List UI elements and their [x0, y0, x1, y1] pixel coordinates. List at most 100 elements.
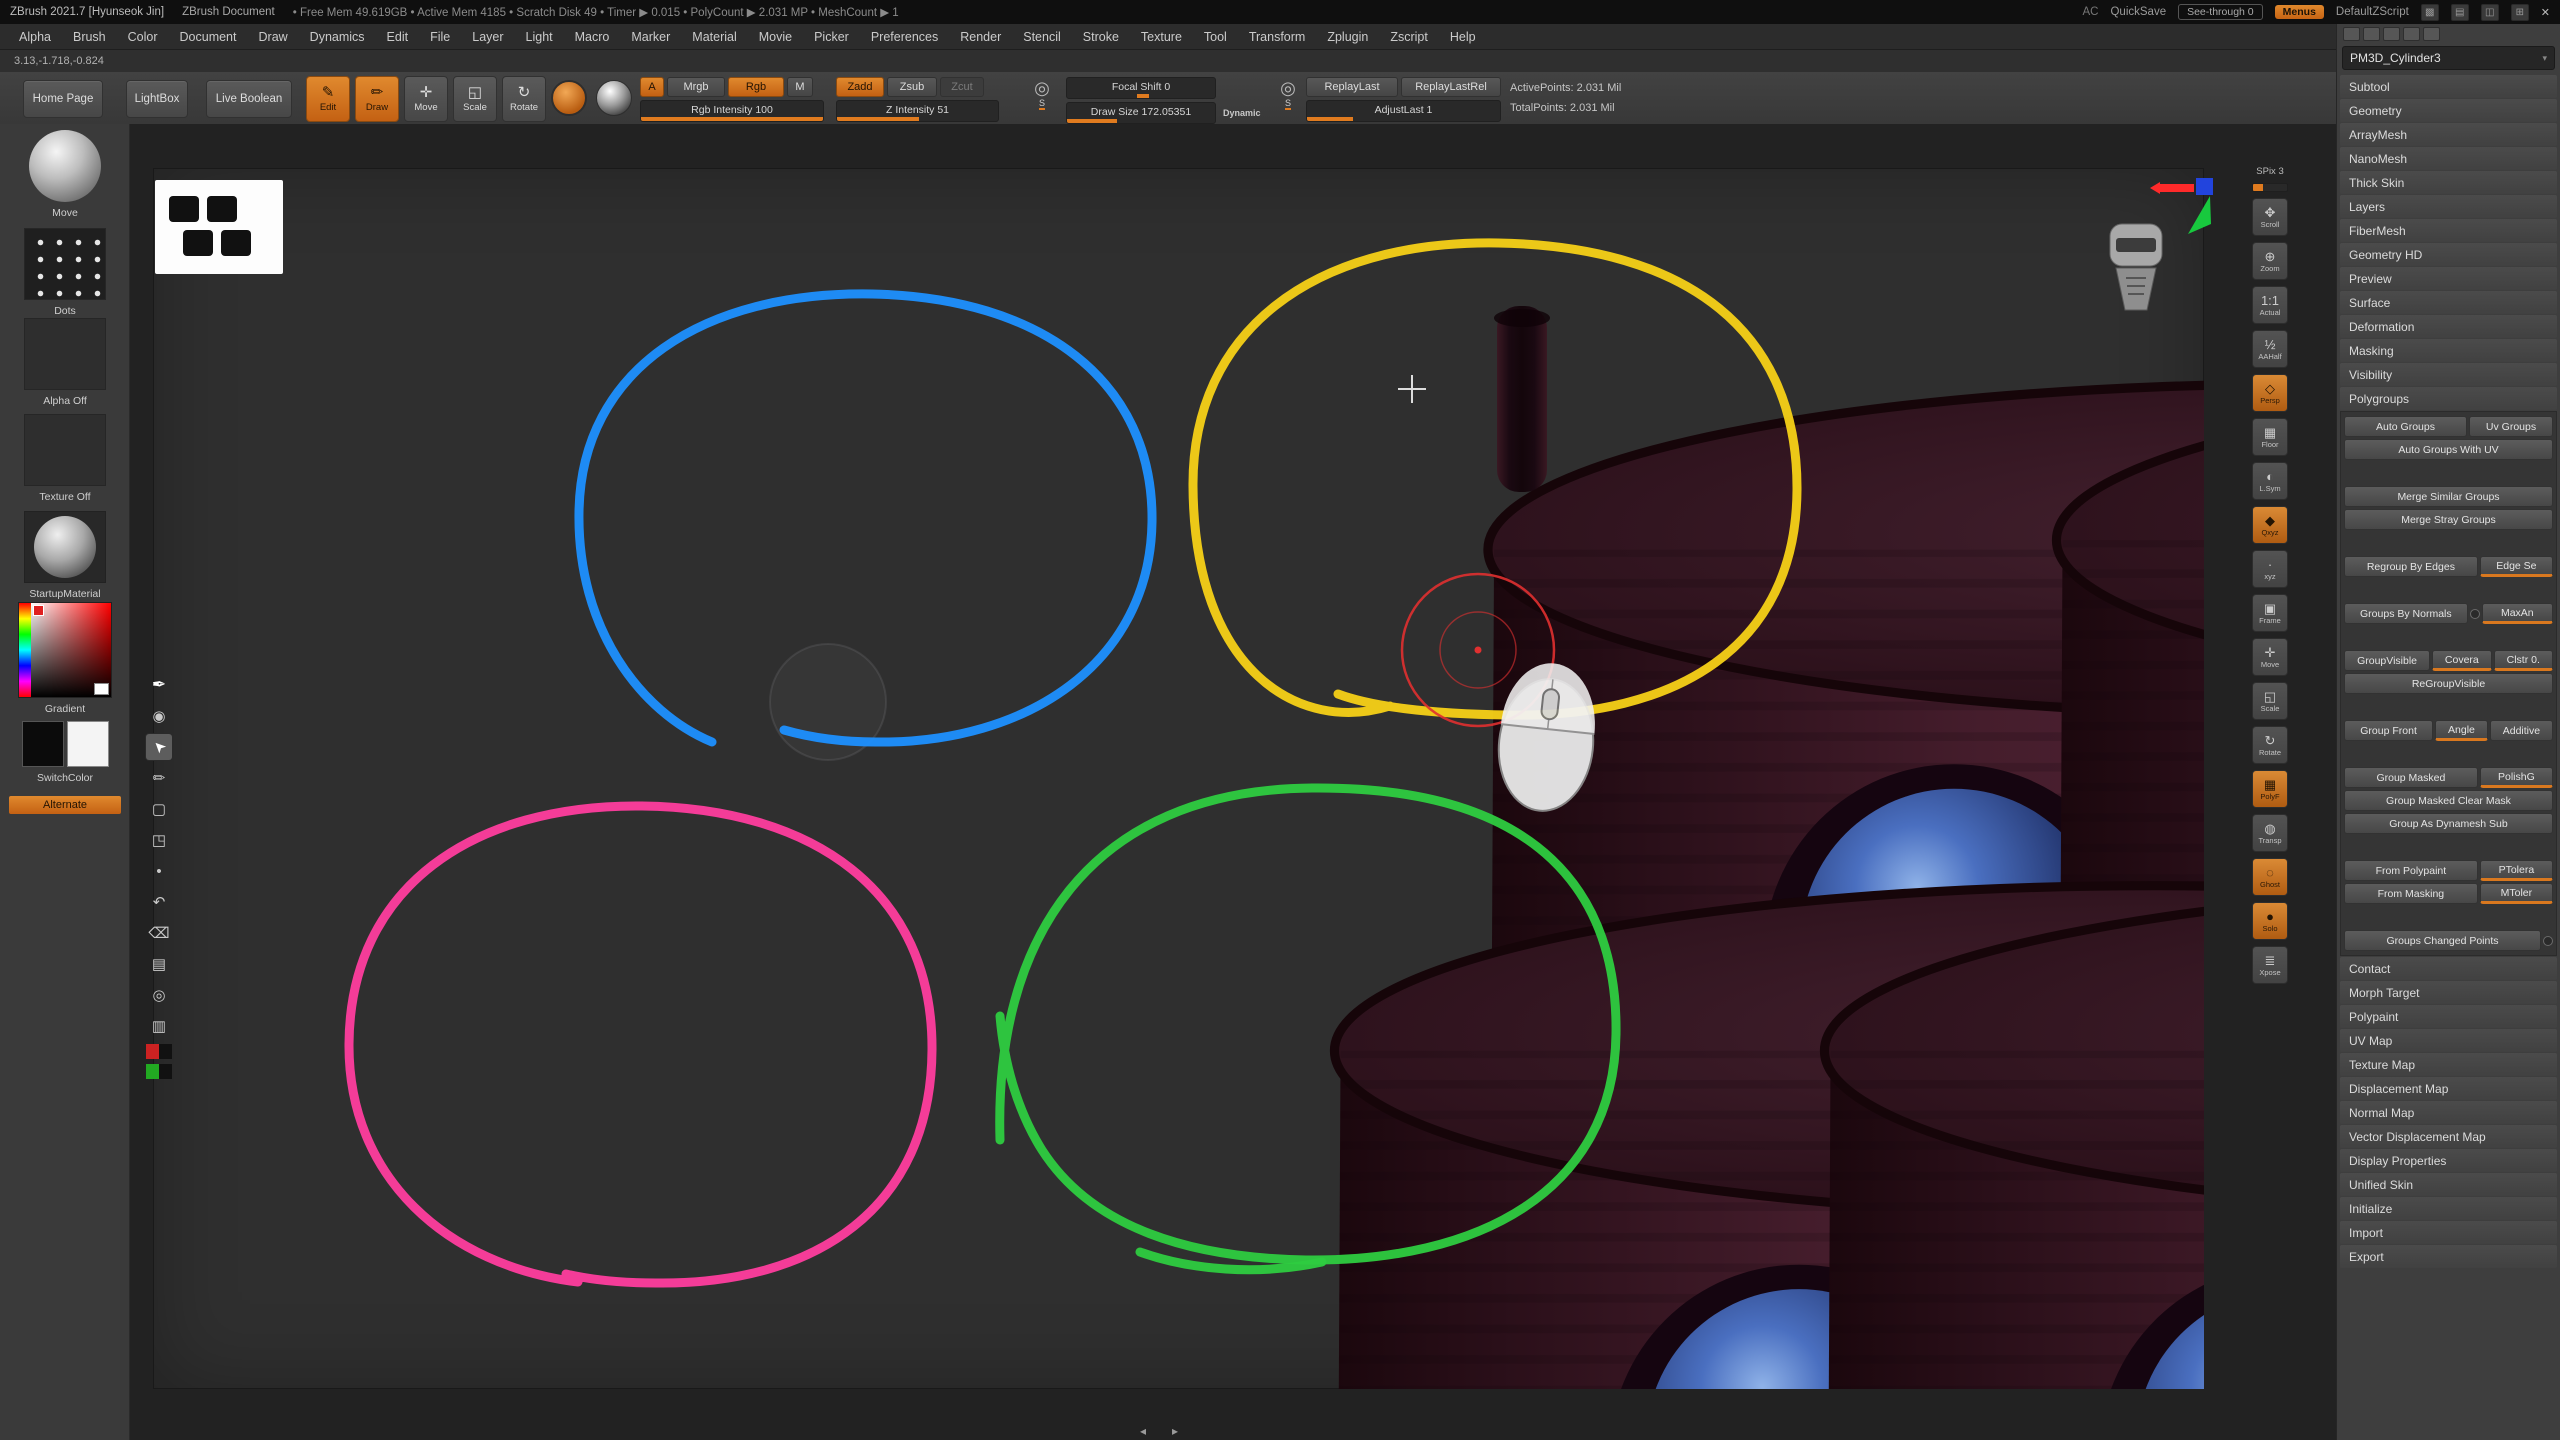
palette-nanomesh[interactable]: NanoMesh	[2340, 147, 2557, 170]
pg-covera[interactable]: Covera	[2432, 650, 2491, 671]
nav-right-arrow-icon[interactable]: ▸	[1172, 1424, 1178, 1438]
zbrush-document[interactable]	[153, 168, 2204, 1389]
texture-off-thumb[interactable]: Texture Off	[0, 414, 130, 503]
palette-icon-4[interactable]	[2403, 27, 2420, 41]
edit-button[interactable]: ✎ Edit	[306, 76, 350, 122]
scale-button[interactable]: ◱ Scale	[453, 76, 497, 122]
pg-angle[interactable]: Angle	[2435, 720, 2488, 741]
menus-button[interactable]: Menus	[2275, 5, 2324, 19]
menu-layer[interactable]: Layer	[461, 30, 514, 44]
pg-edge-se[interactable]: Edge Se	[2480, 556, 2553, 577]
palette-displacement-map[interactable]: Displacement Map	[2340, 1077, 2557, 1100]
rshelf-rotate[interactable]: ↻Rotate	[2252, 726, 2288, 764]
rshelf-floor[interactable]: ▦Floor	[2252, 418, 2288, 456]
palette-masking[interactable]: Masking	[2340, 339, 2557, 362]
rshelf-qxyz[interactable]: ◆Qxyz	[2252, 506, 2288, 544]
palette-thick-skin[interactable]: Thick Skin	[2340, 171, 2557, 194]
pg-group-masked-clear-mask[interactable]: Group Masked Clear Mask	[2344, 790, 2553, 811]
replay-last-button[interactable]: ReplayLast	[1306, 77, 1398, 97]
palette-vector-displacement-map[interactable]: Vector Displacement Map	[2340, 1125, 2557, 1148]
menu-help[interactable]: Help	[1439, 30, 1487, 44]
grid-icon[interactable]: ▩	[2421, 4, 2439, 21]
rshelf-transp[interactable]: ◍Transp	[2252, 814, 2288, 852]
palette-import[interactable]: Import	[2340, 1221, 2557, 1244]
pg-maxan[interactable]: MaxAn	[2482, 603, 2553, 624]
a-toggle[interactable]: A	[640, 77, 664, 97]
rshelf-move[interactable]: ✛Move	[2252, 638, 2288, 676]
menu-texture[interactable]: Texture	[1130, 30, 1193, 44]
pg-polishg[interactable]: PolishG	[2480, 767, 2553, 788]
pg-ptolera[interactable]: PTolera	[2480, 860, 2553, 881]
menu-alpha[interactable]: Alpha	[8, 30, 62, 44]
palette-icon-2[interactable]	[2363, 27, 2380, 41]
default-zscript-button[interactable]: DefaultZScript	[2336, 6, 2409, 18]
palette-fibermesh[interactable]: FiberMesh	[2340, 219, 2557, 242]
spix-slider[interactable]	[2252, 183, 2288, 192]
radio-dot[interactable]	[2470, 609, 2480, 619]
tag-icon[interactable]: ◳	[146, 827, 172, 853]
palette-visibility[interactable]: Visibility	[2340, 363, 2557, 386]
document-preview-card[interactable]	[155, 180, 283, 274]
palette-export[interactable]: Export	[2340, 1245, 2557, 1268]
draw-size-slider[interactable]: Draw Size 172.05351	[1066, 102, 1216, 124]
palette-icon-3[interactable]	[2383, 27, 2400, 41]
menu-zscript[interactable]: Zscript	[1379, 30, 1439, 44]
palette-polypaint[interactable]: Polypaint	[2340, 1005, 2557, 1028]
pg-auto-groups-with-uv[interactable]: Auto Groups With UV	[2344, 439, 2553, 460]
menu-tool[interactable]: Tool	[1193, 30, 1238, 44]
pg-merge-stray-groups[interactable]: Merge Stray Groups	[2344, 509, 2553, 530]
palette-geometry-hd[interactable]: Geometry HD	[2340, 243, 2557, 266]
pg-uv-groups[interactable]: Uv Groups	[2469, 416, 2553, 437]
current-brush-icon[interactable]	[551, 80, 587, 116]
move-button[interactable]: ✛ Move	[404, 76, 448, 122]
pg-merge-similar-groups[interactable]: Merge Similar Groups	[2344, 486, 2553, 507]
menu-file[interactable]: File	[419, 30, 461, 44]
zadd-toggle[interactable]: Zadd	[836, 77, 884, 97]
palette-preview[interactable]: Preview	[2340, 267, 2557, 290]
menu-zplugin[interactable]: Zplugin	[1316, 30, 1379, 44]
palette-layers[interactable]: Layers	[2340, 195, 2557, 218]
rshelf-actual[interactable]: 1:1Actual	[2252, 286, 2288, 324]
pg-mtoler[interactable]: MToler	[2480, 883, 2553, 904]
palette-texture-map[interactable]: Texture Map	[2340, 1053, 2557, 1076]
dot-icon[interactable]: •	[146, 858, 172, 884]
menu-picker[interactable]: Picker	[803, 30, 860, 44]
palette-uv-map[interactable]: UV Map	[2340, 1029, 2557, 1052]
menu-edit[interactable]: Edit	[376, 30, 420, 44]
replay-last-rel-button[interactable]: ReplayLastRel	[1401, 77, 1501, 97]
select-cursor-icon[interactable]: ➤	[146, 734, 172, 760]
palette-geometry[interactable]: Geometry	[2340, 99, 2557, 122]
startup-material-thumb[interactable]: StartupMaterial	[0, 511, 130, 600]
lightbox-button[interactable]: LightBox	[126, 80, 188, 118]
rshelf-xyz[interactable]: ·xyz	[2252, 550, 2288, 588]
rshelf-persp[interactable]: ◇Persp	[2252, 374, 2288, 412]
home-page-button[interactable]: Home Page	[23, 80, 103, 118]
rshelf-polyf[interactable]: ▦PolyF	[2252, 770, 2288, 808]
dynamic-toggle[interactable]: Dynamic	[1219, 108, 1265, 118]
menu-movie[interactable]: Movie	[748, 30, 803, 44]
rshelf-zoom[interactable]: ⊕Zoom	[2252, 242, 2288, 280]
menu-macro[interactable]: Macro	[564, 30, 621, 44]
alternate-button[interactable]: Alternate	[9, 796, 121, 814]
pg-regroup-by-edges[interactable]: Regroup By Edges	[2344, 556, 2478, 577]
m-toggle[interactable]: M	[787, 77, 813, 97]
rgb-intensity-slider[interactable]: Rgb Intensity 100	[640, 100, 824, 122]
menu-transform[interactable]: Transform	[1238, 30, 1317, 44]
palette-display-properties[interactable]: Display Properties	[2340, 1149, 2557, 1172]
pg-groupvisible[interactable]: GroupVisible	[2344, 650, 2430, 671]
undo-icon[interactable]: ↶	[146, 889, 172, 915]
secondary-color-swatch[interactable]	[67, 721, 109, 767]
rgb-toggle[interactable]: Rgb	[728, 77, 784, 97]
delete-icon[interactable]: ⌫	[146, 920, 172, 946]
pg-groups-by-normals[interactable]: Groups By Normals	[2344, 603, 2468, 624]
rshelf-aahalf[interactable]: ½AAHalf	[2252, 330, 2288, 368]
menu-draw[interactable]: Draw	[248, 30, 299, 44]
draw-button[interactable]: ✏ Draw	[355, 76, 399, 122]
pg-additive[interactable]: Additive	[2490, 720, 2553, 741]
polypaint-pen-icon[interactable]: ✒	[146, 672, 172, 698]
pg-clstr-0[interactable]: Clstr 0.	[2494, 650, 2553, 671]
current-tool-field[interactable]: PM3D_Cylinder3 ▾	[2342, 46, 2555, 70]
print-icon[interactable]: ▤	[146, 951, 172, 977]
pg-groups-changed-points[interactable]: Groups Changed Points	[2344, 930, 2541, 951]
columns-icon[interactable]: ◫	[2481, 4, 2499, 21]
